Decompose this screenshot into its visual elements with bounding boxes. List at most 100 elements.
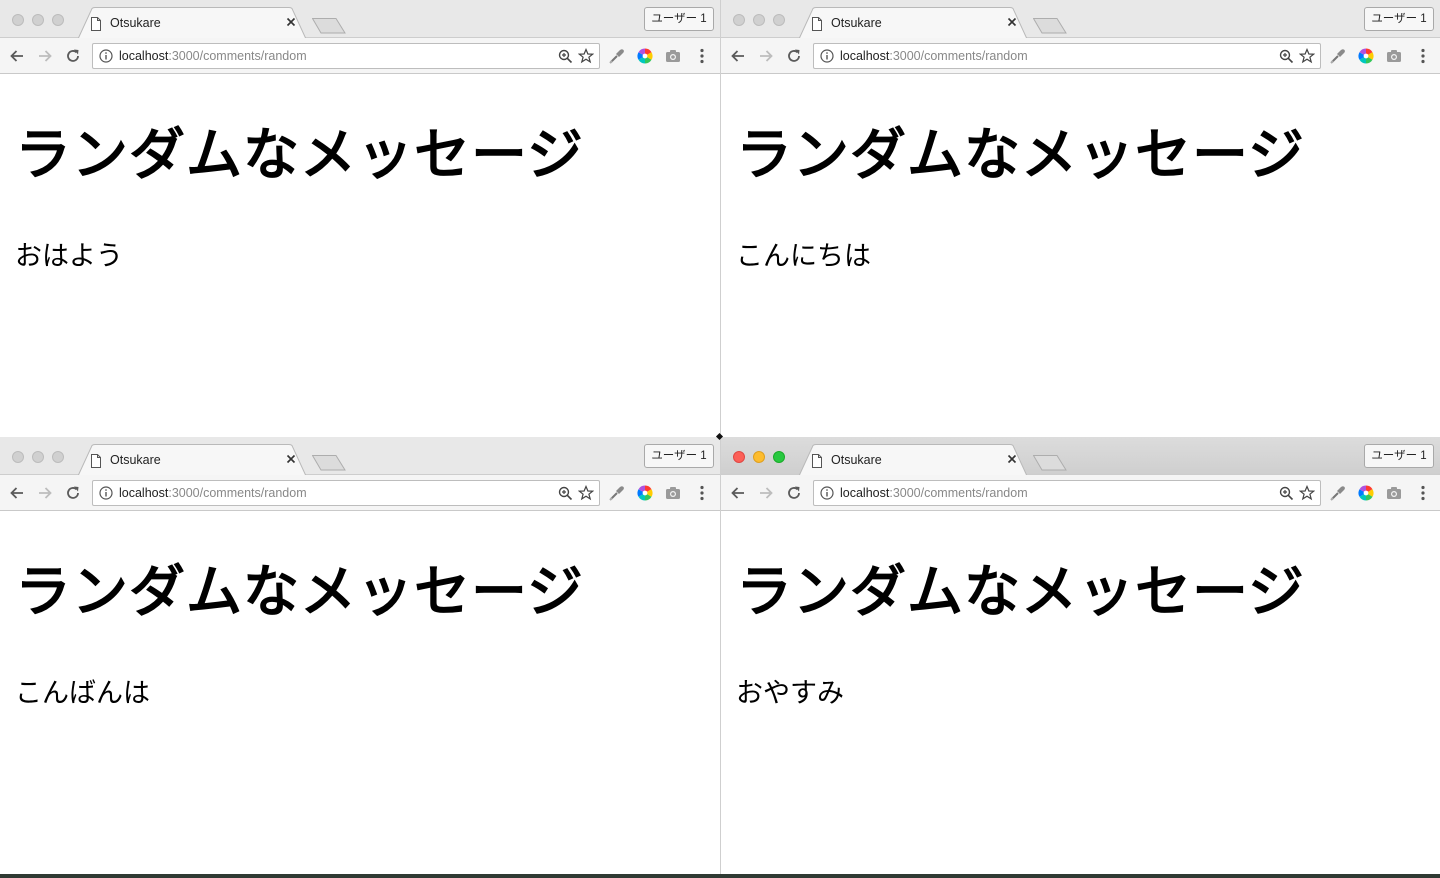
- star-icon[interactable]: [578, 485, 594, 501]
- zoom-window-button[interactable]: [52, 451, 64, 463]
- more-vert-icon[interactable]: [1415, 484, 1431, 502]
- color-wheel-extension-icon[interactable]: [1357, 484, 1375, 502]
- address-bar[interactable]: localhost:3000/comments/random: [813, 480, 1321, 506]
- camera-extension-icon[interactable]: [1385, 47, 1403, 65]
- tab-otsukare[interactable]: Otsukare: [78, 7, 306, 39]
- close-window-button[interactable]: [733, 451, 745, 463]
- eyedropper-extension-icon[interactable]: [1329, 484, 1347, 502]
- forward-arrow-icon[interactable]: [757, 47, 775, 65]
- new-tab-button[interactable]: [1033, 17, 1067, 34]
- new-tab-button[interactable]: [312, 17, 346, 34]
- back-arrow-icon[interactable]: [8, 484, 26, 502]
- info-icon[interactable]: [820, 486, 834, 500]
- forward-arrow-icon[interactable]: [36, 484, 54, 502]
- camera-extension-icon[interactable]: [1385, 484, 1403, 502]
- eyedropper-extension-icon[interactable]: [1329, 47, 1347, 65]
- reload-icon[interactable]: [785, 47, 803, 65]
- close-window-button[interactable]: [12, 451, 24, 463]
- url-text[interactable]: localhost:3000/comments/random: [840, 486, 1028, 500]
- zoom-window-button[interactable]: [773, 451, 785, 463]
- address-bar[interactable]: localhost:3000/comments/random: [813, 43, 1321, 69]
- reload-icon[interactable]: [64, 484, 82, 502]
- tab-otsukare[interactable]: Otsukare: [799, 7, 1027, 39]
- eyedropper-extension-icon[interactable]: [608, 47, 626, 65]
- browser-window-bottom-left: Otsukare ユーザー 1 localhost:3000/comments/…: [0, 437, 720, 874]
- url-text[interactable]: localhost:3000/comments/random: [119, 49, 307, 63]
- more-vert-icon[interactable]: [694, 484, 710, 502]
- close-icon[interactable]: [284, 15, 298, 29]
- star-icon[interactable]: [1299, 485, 1315, 501]
- url-text[interactable]: localhost:3000/comments/random: [840, 49, 1028, 63]
- eyedropper-extension-icon[interactable]: [608, 484, 626, 502]
- more-vert-icon[interactable]: [694, 47, 710, 65]
- camera-extension-icon[interactable]: [664, 484, 682, 502]
- browser-toolbar: localhost:3000/comments/random: [0, 475, 720, 511]
- address-bar[interactable]: localhost:3000/comments/random: [92, 43, 600, 69]
- zoom-window-button[interactable]: [773, 14, 785, 26]
- minimize-window-button[interactable]: [753, 14, 765, 26]
- url-path: :3000/comments/random: [168, 49, 307, 63]
- window-controls: [733, 14, 793, 26]
- color-wheel-extension-icon[interactable]: [1357, 47, 1375, 65]
- close-icon[interactable]: [284, 452, 298, 466]
- forward-arrow-icon[interactable]: [36, 47, 54, 65]
- close-window-button[interactable]: [733, 14, 745, 26]
- tab-title: Otsukare: [110, 453, 161, 467]
- reload-icon[interactable]: [785, 484, 803, 502]
- color-wheel-extension-icon[interactable]: [636, 484, 654, 502]
- url-path: :3000/comments/random: [889, 49, 1028, 63]
- browser-toolbar: localhost:3000/comments/random: [0, 38, 720, 74]
- zoom-icon[interactable]: [1279, 49, 1294, 64]
- minimize-window-button[interactable]: [32, 14, 44, 26]
- back-arrow-icon[interactable]: [8, 47, 26, 65]
- more-vert-icon[interactable]: [1415, 47, 1431, 65]
- info-icon[interactable]: [820, 49, 834, 63]
- star-icon[interactable]: [578, 48, 594, 64]
- random-message: おやすみ: [736, 678, 844, 709]
- page-content: ランダムなメッセージ おはよう: [0, 74, 720, 437]
- close-icon[interactable]: [1005, 15, 1019, 29]
- profile-button[interactable]: ユーザー 1: [1364, 7, 1434, 31]
- zoom-window-button[interactable]: [52, 14, 64, 26]
- address-bar[interactable]: localhost:3000/comments/random: [92, 480, 600, 506]
- minimize-window-button[interactable]: [32, 451, 44, 463]
- browser-window-top-right: Otsukare ユーザー 1 localhost:3000/comments/…: [720, 0, 1440, 437]
- tab-strip: Otsukare ユーザー 1: [721, 0, 1440, 39]
- tab-otsukare[interactable]: Otsukare: [799, 444, 1027, 476]
- url-text[interactable]: localhost:3000/comments/random: [119, 486, 307, 500]
- profile-button[interactable]: ユーザー 1: [1364, 444, 1434, 468]
- page-title: ランダムなメッセージ: [15, 560, 584, 625]
- window-controls: [12, 14, 72, 26]
- info-icon[interactable]: [99, 486, 113, 500]
- color-wheel-extension-icon[interactable]: [636, 47, 654, 65]
- close-window-button[interactable]: [12, 14, 24, 26]
- url-path: :3000/comments/random: [889, 486, 1028, 500]
- tab-title: Otsukare: [110, 16, 161, 30]
- close-icon[interactable]: [1005, 452, 1019, 466]
- window-controls: [12, 451, 72, 463]
- zoom-icon[interactable]: [1279, 486, 1294, 501]
- profile-button[interactable]: ユーザー 1: [644, 7, 714, 31]
- back-arrow-icon[interactable]: [729, 484, 747, 502]
- star-icon[interactable]: [1299, 48, 1315, 64]
- tab-otsukare[interactable]: Otsukare: [78, 444, 306, 476]
- profile-button[interactable]: ユーザー 1: [644, 444, 714, 468]
- zoom-icon[interactable]: [558, 486, 573, 501]
- document-icon: [812, 454, 822, 468]
- browser-window-top-left: Otsukare ユーザー 1 localhost:3000/comments/…: [0, 0, 720, 437]
- zoom-icon[interactable]: [558, 49, 573, 64]
- minimize-window-button[interactable]: [753, 451, 765, 463]
- reload-icon[interactable]: [64, 47, 82, 65]
- browser-window-bottom-right: Otsukare ユーザー 1 localhost:3000/comments/…: [720, 437, 1440, 874]
- url-host: localhost: [119, 486, 169, 500]
- new-tab-button[interactable]: [312, 454, 346, 471]
- camera-extension-icon[interactable]: [664, 47, 682, 65]
- tab-title: Otsukare: [831, 16, 882, 30]
- forward-arrow-icon[interactable]: [757, 484, 775, 502]
- info-icon[interactable]: [99, 49, 113, 63]
- back-arrow-icon[interactable]: [729, 47, 747, 65]
- tab-title: Otsukare: [831, 453, 882, 467]
- page-content: ランダムなメッセージ こんばんは: [0, 511, 720, 874]
- new-tab-button[interactable]: [1033, 454, 1067, 471]
- page-title: ランダムなメッセージ: [736, 560, 1305, 625]
